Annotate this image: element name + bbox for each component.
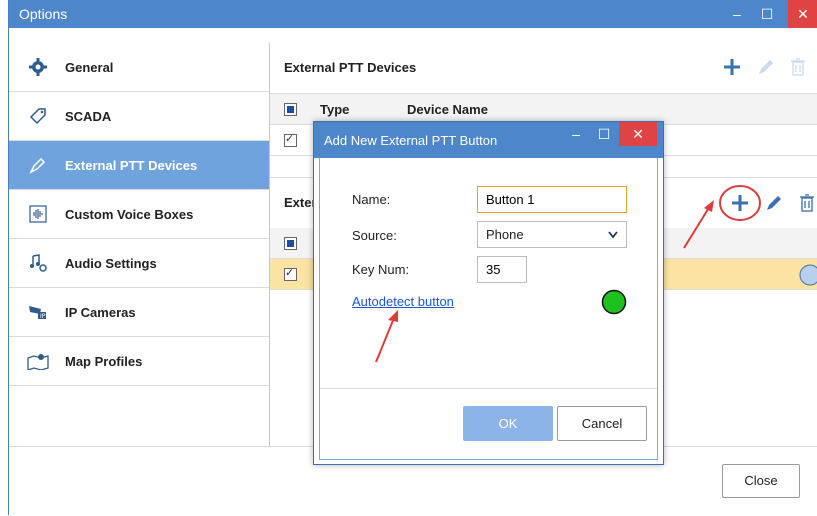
edit-device-icon[interactable] bbox=[757, 58, 775, 76]
column-header-type: Type bbox=[320, 102, 350, 117]
dialog-divider bbox=[320, 388, 657, 389]
sidebar-item-audio-settings[interactable]: Audio Settings bbox=[9, 239, 269, 288]
sidebar-item-label: SCADA bbox=[65, 108, 112, 124]
sidebar-item-general[interactable]: General bbox=[9, 43, 269, 92]
dialog-minimize-button[interactable]: – bbox=[561, 122, 591, 146]
keynum-input[interactable] bbox=[477, 256, 527, 283]
sidebar-item-label: General bbox=[65, 59, 114, 75]
chevron-down-icon bbox=[608, 231, 618, 239]
audio-settings-icon bbox=[27, 252, 49, 274]
delete-button-icon[interactable] bbox=[799, 194, 815, 212]
title-bar: Options – ☐ ✕ bbox=[9, 0, 817, 28]
sidebar-item-label: External PTT Devices bbox=[65, 157, 198, 173]
annotation-arrow-add bbox=[683, 200, 714, 249]
maximize-button[interactable]: ☐ bbox=[752, 0, 782, 28]
source-label: Source: bbox=[352, 228, 397, 243]
name-input[interactable] bbox=[477, 186, 627, 213]
edit-button-icon[interactable] bbox=[765, 194, 783, 212]
sidebar-item-ip-cameras[interactable]: IP IP Cameras bbox=[9, 288, 269, 337]
annotation-arrow-autodetect bbox=[375, 310, 398, 363]
dialog-maximize-button[interactable]: ☐ bbox=[589, 122, 619, 146]
gear-icon bbox=[27, 56, 49, 78]
voice-box-icon bbox=[27, 203, 49, 225]
dialog-title: Add New External PTT Button bbox=[324, 133, 498, 148]
column-header-device-name: Device Name bbox=[407, 102, 488, 117]
name-label: Name: bbox=[352, 192, 391, 207]
select-all-devices-checkbox[interactable] bbox=[284, 103, 297, 116]
add-ptt-button-dialog: Add New External PTT Button – ☐ ✕ Name: … bbox=[313, 121, 664, 465]
map-icon bbox=[27, 350, 49, 372]
source-selected-value: Phone bbox=[486, 227, 524, 242]
sidebar-item-external-ptt-devices[interactable]: External PTT Devices bbox=[9, 141, 269, 190]
status-indicator-icon bbox=[799, 264, 817, 286]
svg-text:IP: IP bbox=[40, 313, 46, 320]
close-button[interactable]: Close bbox=[722, 464, 800, 498]
sidebar-item-label: IP Cameras bbox=[65, 304, 136, 320]
add-device-icon[interactable] bbox=[723, 58, 741, 76]
sidebar-item-label: Custom Voice Boxes bbox=[65, 206, 194, 222]
ptt-icon bbox=[27, 154, 49, 176]
devices-section-header: External PTT Devices bbox=[270, 43, 817, 94]
select-all-buttons-checkbox[interactable] bbox=[284, 237, 297, 250]
cancel-button[interactable]: Cancel bbox=[557, 406, 647, 441]
row-checkbox[interactable] bbox=[284, 132, 297, 147]
dialog-title-bar: Add New External PTT Button – ☐ ✕ bbox=[314, 122, 663, 158]
minimize-button[interactable]: – bbox=[722, 0, 752, 28]
annotation-circle bbox=[719, 185, 761, 221]
sidebar-item-map-profiles[interactable]: Map Profiles bbox=[9, 337, 269, 386]
devices-section-title: External PTT Devices bbox=[284, 60, 417, 75]
keynum-label: Key Num: bbox=[352, 262, 410, 277]
close-window-button[interactable]: ✕ bbox=[788, 0, 817, 28]
sidebar: General SCADA External PTT Devices Custo… bbox=[9, 43, 270, 446]
window-title: Options bbox=[19, 6, 68, 22]
tag-icon bbox=[27, 105, 49, 127]
delete-device-icon[interactable] bbox=[790, 58, 806, 76]
sidebar-item-label: Map Profiles bbox=[65, 353, 143, 369]
row-checkbox[interactable] bbox=[284, 266, 297, 281]
buttons-section-title: Exter bbox=[284, 195, 317, 210]
camera-icon: IP bbox=[27, 301, 49, 323]
dialog-close-button[interactable]: ✕ bbox=[619, 122, 657, 146]
source-select[interactable]: Phone bbox=[477, 221, 627, 248]
sidebar-item-label: Audio Settings bbox=[65, 255, 157, 271]
status-indicator-green bbox=[601, 289, 627, 315]
sidebar-item-custom-voice-boxes[interactable]: Custom Voice Boxes bbox=[9, 190, 269, 239]
sidebar-item-scada[interactable]: SCADA bbox=[9, 92, 269, 141]
ok-button[interactable]: OK bbox=[463, 406, 553, 441]
